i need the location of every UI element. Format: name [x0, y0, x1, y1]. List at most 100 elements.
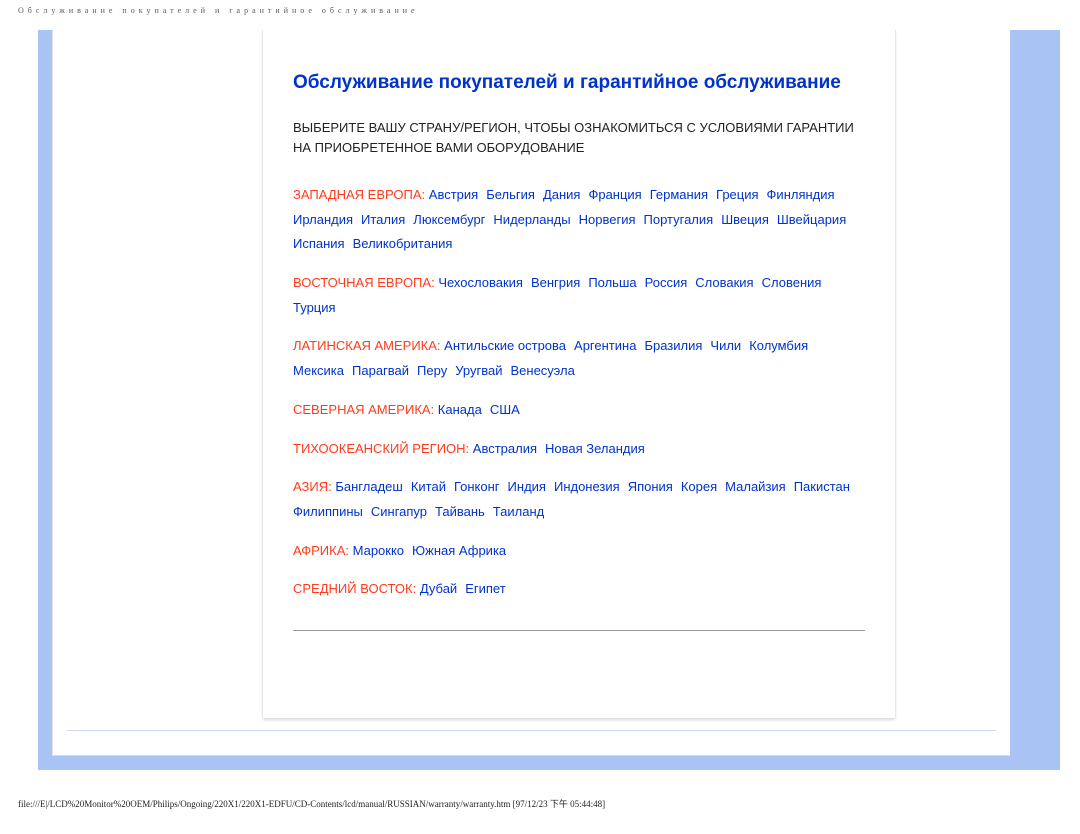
country-link[interactable]: Австралия: [473, 441, 537, 456]
country-link[interactable]: Канада: [438, 402, 482, 417]
country-link[interactable]: Корея: [681, 479, 717, 494]
region-block: ЗАПАДНАЯ ЕВРОПА: Австрия Бельгия Дания Ф…: [293, 183, 865, 257]
country-link[interactable]: Марокко: [353, 543, 404, 558]
country-separator: [786, 475, 794, 500]
country-link[interactable]: Нидерланды: [493, 212, 570, 227]
country-link[interactable]: Филиппины: [293, 504, 363, 519]
page-heading: Обслуживание покупателей и гарантийное о…: [293, 72, 865, 94]
country-link[interactable]: Колумбия: [749, 338, 808, 353]
country-link[interactable]: Венесуэла: [510, 363, 574, 378]
region-label: ВОСТОЧНАЯ ЕВРОПА:: [293, 275, 435, 290]
country-link[interactable]: Германия: [650, 187, 708, 202]
country-separator: [850, 475, 858, 500]
country-separator: [523, 271, 531, 296]
country-link[interactable]: Сингапур: [371, 504, 427, 519]
country-link[interactable]: Антильские острова: [444, 338, 566, 353]
country-link[interactable]: Япония: [628, 479, 673, 494]
region-label: АЗИЯ:: [293, 479, 332, 494]
country-link[interactable]: Аргентина: [574, 338, 636, 353]
region-label: СЕВЕРНАЯ АМЕРИКА:: [293, 402, 434, 417]
country-separator: [404, 539, 412, 564]
country-link[interactable]: Люксембург: [413, 212, 485, 227]
country-separator: [566, 334, 574, 359]
inner-white: Обслуживание покупателей и гарантийное о…: [52, 30, 1010, 756]
region-label: ТИХООКЕАНСКИЙ РЕГИОН:: [293, 441, 469, 456]
region-block: ЛАТИНСКАЯ АМЕРИКА: Антильские острова Ар…: [293, 334, 865, 383]
country-separator: [403, 475, 411, 500]
region-block: АФРИКА: Марокко Южная Африка: [293, 539, 865, 564]
country-separator: [717, 475, 725, 500]
country-link[interactable]: Пакистан: [794, 479, 850, 494]
region-label: ЗАПАДНАЯ ЕВРОПА:: [293, 187, 425, 202]
country-link[interactable]: Франция: [588, 187, 641, 202]
country-link[interactable]: Новая Зеландия: [545, 441, 645, 456]
card-divider: [293, 630, 865, 631]
country-link[interactable]: Мексика: [293, 363, 344, 378]
country-link[interactable]: Чехословакия: [438, 275, 523, 290]
country-separator: [759, 183, 767, 208]
country-link[interactable]: Греция: [716, 187, 759, 202]
country-separator: [344, 359, 352, 384]
country-separator: [835, 183, 843, 208]
region-block: ВОСТОЧНАЯ ЕВРОПА: Чехословакия Венгрия П…: [293, 271, 865, 320]
country-link[interactable]: Великобритания: [353, 236, 453, 251]
country-link[interactable]: Польша: [588, 275, 636, 290]
country-link[interactable]: Ирландия: [293, 212, 353, 227]
country-link[interactable]: Словакия: [695, 275, 753, 290]
country-link[interactable]: Парагвай: [352, 363, 409, 378]
country-link[interactable]: Китай: [411, 479, 446, 494]
country-link[interactable]: Финляндия: [767, 187, 835, 202]
country-link[interactable]: Тайвань: [435, 504, 485, 519]
country-separator: [485, 500, 493, 525]
country-separator: [846, 208, 854, 233]
country-separator: [535, 183, 543, 208]
country-separator: [642, 183, 650, 208]
country-link[interactable]: Перу: [417, 363, 447, 378]
content-card: Обслуживание покупателей и гарантийное о…: [263, 30, 895, 718]
region-label: АФРИКА:: [293, 543, 349, 558]
country-link[interactable]: Венгрия: [531, 275, 580, 290]
country-link[interactable]: Россия: [645, 275, 688, 290]
country-link[interactable]: Индонезия: [554, 479, 620, 494]
country-link[interactable]: Бельгия: [486, 187, 535, 202]
country-separator: [571, 208, 579, 233]
country-separator: [713, 208, 721, 233]
region-block: АЗИЯ: Бангладеш Китай Гонконг Индия Индо…: [293, 475, 865, 524]
country-separator: [427, 500, 435, 525]
bottom-divider: [67, 730, 996, 731]
country-link[interactable]: Чили: [710, 338, 741, 353]
country-link[interactable]: США: [490, 402, 520, 417]
country-link[interactable]: Словения: [762, 275, 822, 290]
country-separator: [769, 208, 777, 233]
region-label: СРЕДНИЙ ВОСТОК:: [293, 581, 416, 596]
country-link[interactable]: Египет: [465, 581, 505, 596]
country-link[interactable]: Бангладеш: [335, 479, 402, 494]
country-link[interactable]: Швеция: [721, 212, 769, 227]
country-link[interactable]: Бразилия: [644, 338, 702, 353]
country-link[interactable]: Швейцария: [777, 212, 846, 227]
country-link[interactable]: Дубай: [420, 581, 457, 596]
country-link[interactable]: Дания: [543, 187, 581, 202]
country-link[interactable]: Гонконг: [454, 479, 500, 494]
country-separator: [821, 271, 829, 296]
country-link[interactable]: Южная Африка: [412, 543, 506, 558]
country-link[interactable]: Таиланд: [493, 504, 544, 519]
region-block: СРЕДНИЙ ВОСТОК: Дубай Египет: [293, 577, 865, 602]
country-link[interactable]: Уругвай: [455, 363, 502, 378]
country-link[interactable]: Австрия: [429, 187, 478, 202]
country-link[interactable]: Норвегия: [579, 212, 636, 227]
country-link[interactable]: Индия: [508, 479, 546, 494]
country-link[interactable]: Италия: [361, 212, 405, 227]
country-separator: [363, 500, 371, 525]
country-separator: [457, 577, 465, 602]
country-link[interactable]: Испания: [293, 236, 345, 251]
country-separator: [353, 208, 361, 233]
country-link[interactable]: Малайзия: [725, 479, 786, 494]
country-link[interactable]: Турция: [293, 300, 336, 315]
country-separator: [537, 437, 545, 462]
country-separator: [808, 334, 816, 359]
country-separator: [546, 475, 554, 500]
country-separator: [345, 232, 353, 257]
country-link[interactable]: Португалия: [644, 212, 714, 227]
country-separator: [482, 398, 490, 423]
